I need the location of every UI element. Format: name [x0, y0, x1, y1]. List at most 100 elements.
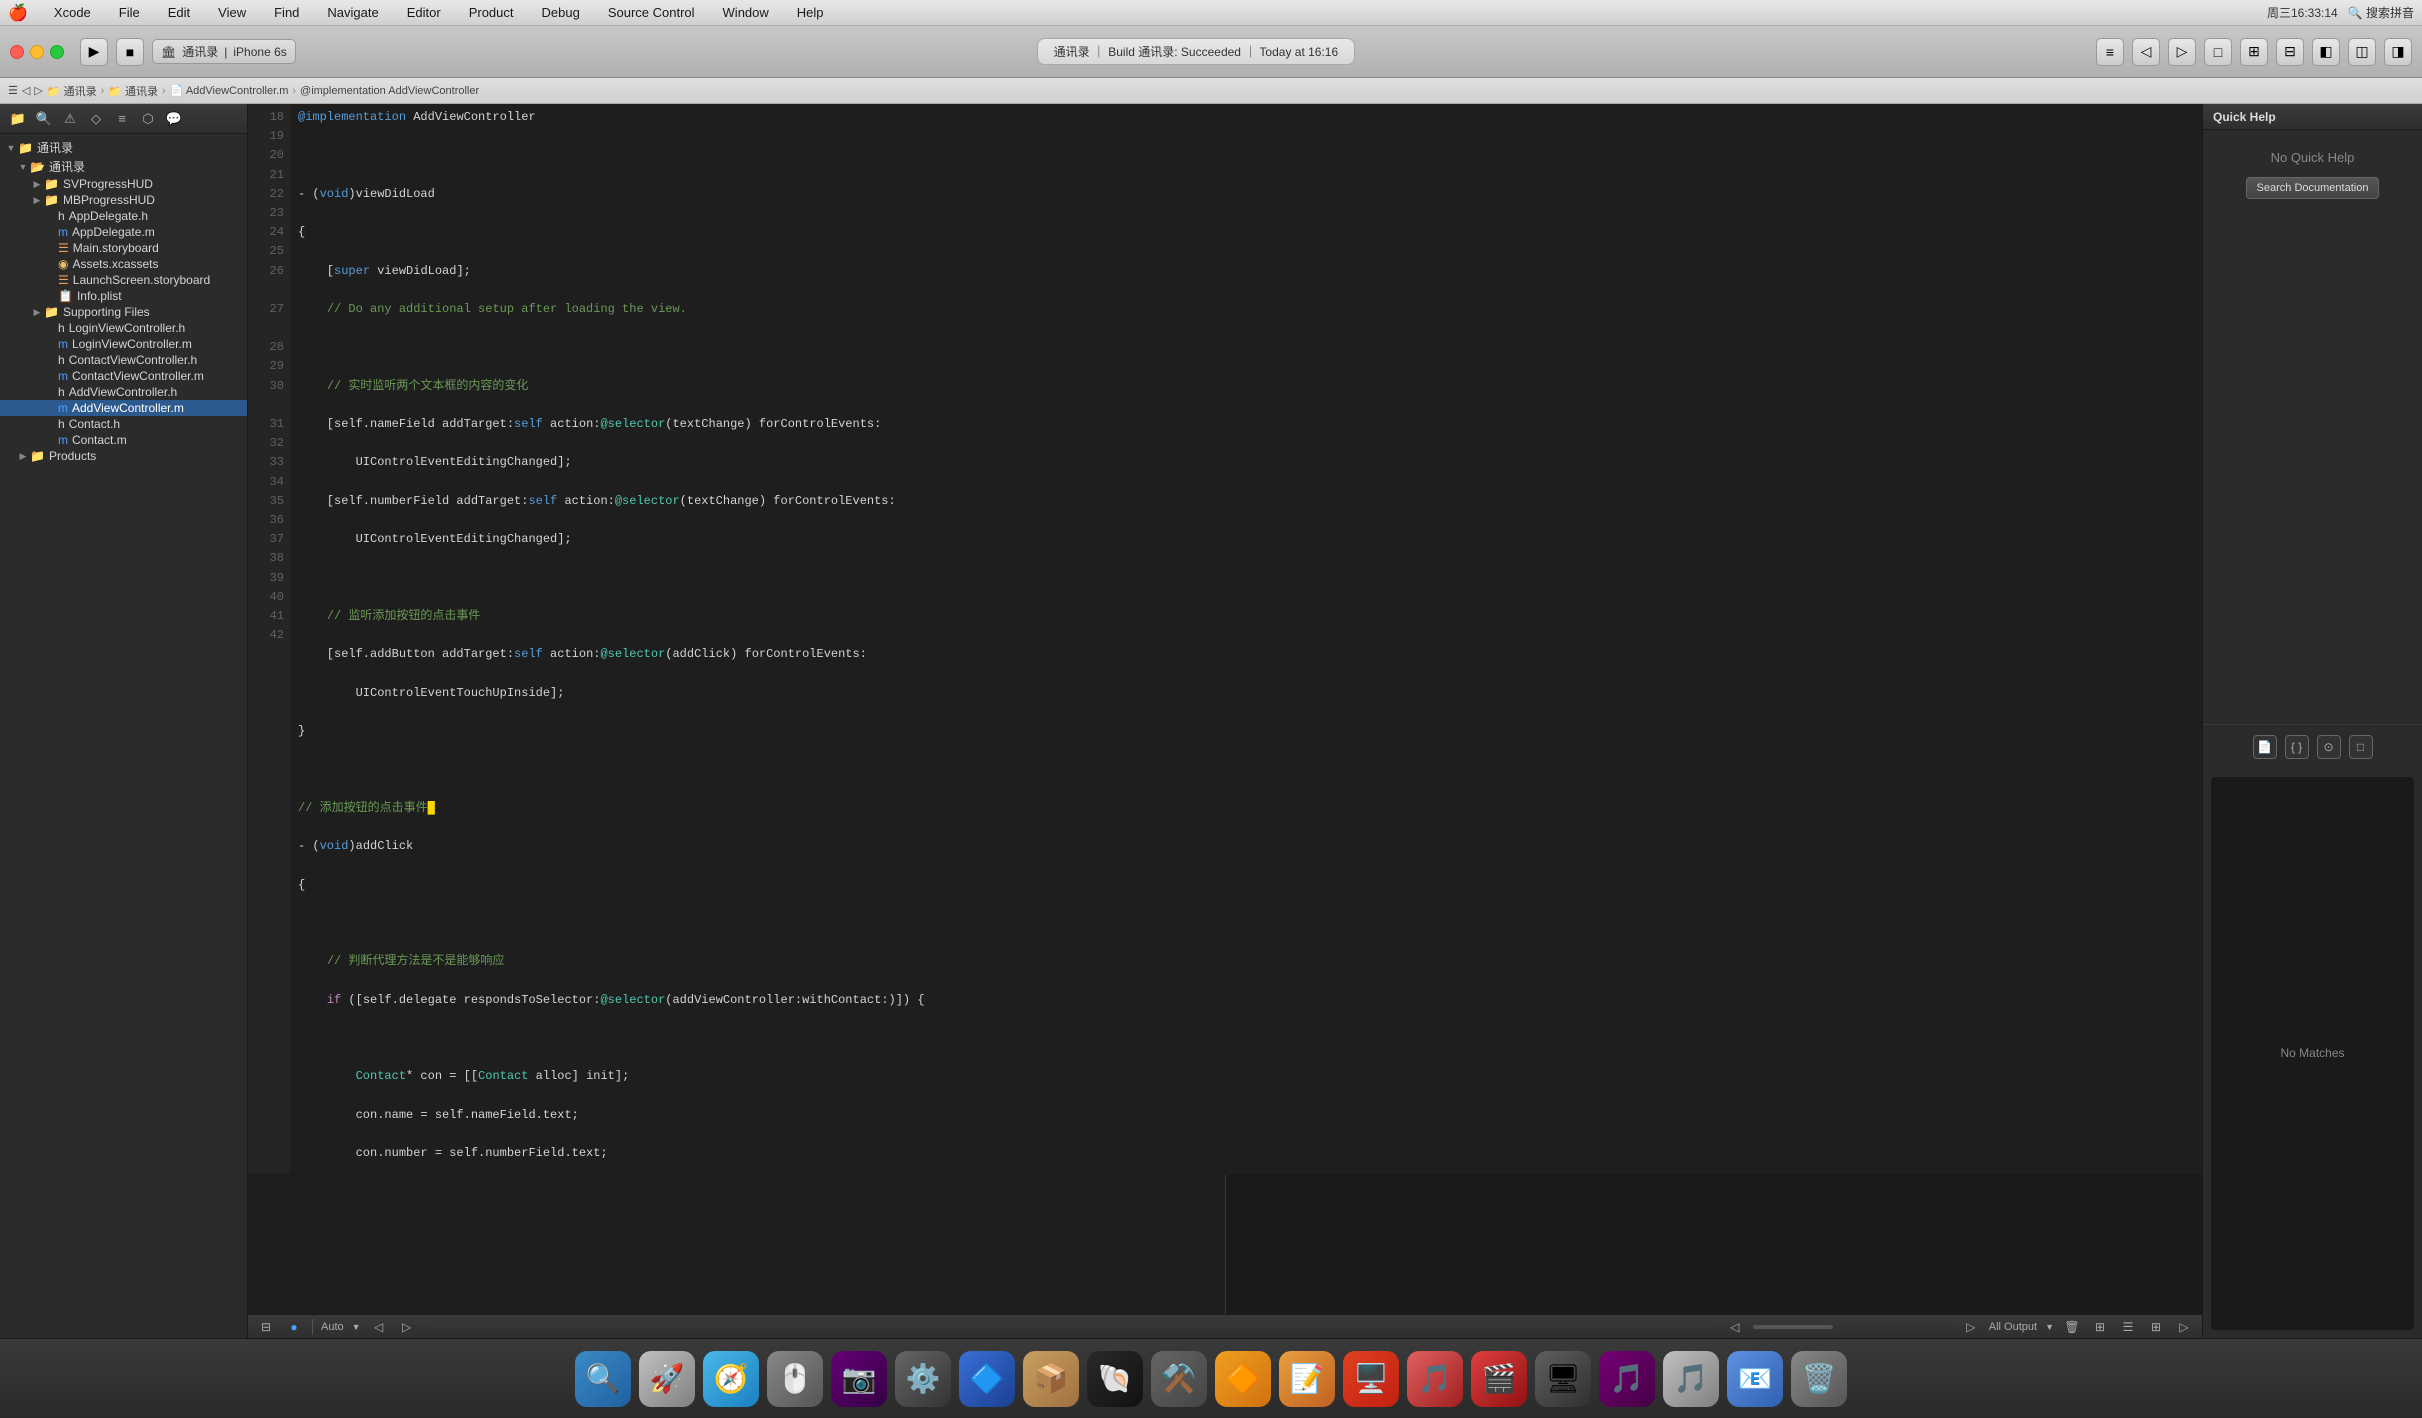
menu-window[interactable]: Window [717, 3, 775, 22]
dock-pages[interactable]: 📝 [1279, 1351, 1335, 1407]
output-chevron[interactable]: ▼ [2045, 1322, 2054, 1332]
dock-powerpoint[interactable]: 🖥️ [1343, 1351, 1399, 1407]
sidebar-item-contactvc-h[interactable]: h ContactViewController.h [0, 352, 247, 368]
dock-sketch[interactable]: 🔶 [1215, 1351, 1271, 1407]
dock-finder[interactable]: 🔍 [575, 1351, 631, 1407]
sidebar-item-launch[interactable]: ☰ LaunchScreen.storyboard [0, 272, 247, 288]
scroll-left[interactable]: ◁ [1725, 1319, 1745, 1335]
dock-system-prefs[interactable]: ⚒️ [1151, 1351, 1207, 1407]
toggle-console[interactable]: ▷ [2174, 1319, 2194, 1335]
icon-view-btn[interactable]: ⊞ [2146, 1319, 2166, 1335]
search-navigator[interactable]: 🔍 [34, 109, 54, 129]
dock-tools[interactable]: ⚙️ [895, 1351, 951, 1407]
sidebar-item-main-storyboard[interactable]: ☰ Main.storyboard [0, 240, 247, 256]
show-debug[interactable]: ◫ [2348, 38, 2376, 66]
code-editor[interactable]: 18 19 20 21 22 23 24 25 26 27 28 29 30 3… [248, 104, 2202, 1174]
stop-button[interactable]: ■ [116, 38, 144, 66]
dock-camera[interactable]: 📷 [831, 1351, 887, 1407]
version-editor[interactable]: ⊟ [2276, 38, 2304, 66]
menu-source-control[interactable]: Source Control [602, 3, 701, 22]
sidebar-item-appdelegate-m[interactable]: m AppDelegate.m [0, 224, 247, 240]
assistant-editor[interactable]: ⊞ [2240, 38, 2268, 66]
dock-settings[interactable]: 🖥 [1535, 1351, 1591, 1407]
dock-trash[interactable]: 🗑️ [1791, 1351, 1847, 1407]
dock-launchpad[interactable]: 🚀 [639, 1351, 695, 1407]
menu-xcode[interactable]: Xcode [48, 3, 97, 22]
list-view-btn[interactable]: ☰ [2118, 1319, 2138, 1335]
navigator-toggle[interactable]: ≡ [2096, 38, 2124, 66]
show-utilities[interactable]: ◨ [2384, 38, 2412, 66]
show-navigator[interactable]: ◧ [2312, 38, 2340, 66]
breadcrumb-item-1[interactable]: 📁 通讯录 [47, 83, 97, 99]
scroll-right[interactable]: ▷ [1961, 1319, 1981, 1335]
menu-navigate[interactable]: Navigate [321, 3, 384, 22]
sidebar-item-assets[interactable]: ◉ Assets.xcassets [0, 256, 247, 272]
menu-product[interactable]: Product [463, 3, 520, 22]
sidebar-item-loginvc-m[interactable]: m LoginViewController.m [0, 336, 247, 352]
breadcrumb-nav-next[interactable]: ▷ [34, 84, 42, 97]
breadcrumb-nav-prev[interactable]: ◁ [22, 84, 30, 97]
test-navigator[interactable]: ◇ [86, 109, 106, 129]
menu-help[interactable]: Help [791, 3, 830, 22]
code-content[interactable]: @implementation AddViewController - (voi… [290, 104, 2202, 1174]
dock-music[interactable]: 🎵 [1599, 1351, 1655, 1407]
apple-menu[interactable]: 🍎 [8, 3, 28, 23]
back-button[interactable]: ◁ [2132, 38, 2160, 66]
dock-package[interactable]: 📦 [1023, 1351, 1079, 1407]
search-documentation-button[interactable]: Search Documentation [2246, 177, 2380, 199]
menu-view[interactable]: View [212, 3, 252, 22]
qh-target-icon[interactable]: ⊙ [2317, 735, 2341, 759]
menubar-search[interactable]: 🔍 搜索拼音 [2348, 4, 2414, 21]
breadcrumb-item-2[interactable]: 📁 通讯录 [108, 83, 158, 99]
debug-navigator[interactable]: ≡ [112, 109, 132, 129]
dock-mouse[interactable]: 🖱️ [767, 1351, 823, 1407]
dock-qqplayer[interactable]: 🎬 [1471, 1351, 1527, 1407]
run-button[interactable]: ▶ [80, 38, 108, 66]
auto-chevron[interactable]: ▼ [352, 1322, 361, 1332]
sidebar-item-contactvc-m[interactable]: m ContactViewController.m [0, 368, 247, 384]
sidebar-item-addvc-m[interactable]: m AddViewController.m [0, 400, 247, 416]
jump-prev[interactable]: ◁ [369, 1319, 389, 1335]
breakpoint-navigator[interactable]: ⬡ [138, 109, 158, 129]
jump-next[interactable]: ▷ [397, 1319, 417, 1335]
menu-debug[interactable]: Debug [536, 3, 586, 22]
menu-edit[interactable]: Edit [162, 3, 196, 22]
qh-ref-icon[interactable]: □ [2349, 735, 2373, 759]
menu-file[interactable]: File [113, 3, 146, 22]
breakpoint-btn[interactable]: ● [284, 1319, 304, 1335]
sidebar-item-contact-m[interactable]: m Contact.m [0, 432, 247, 448]
warning-navigator[interactable]: ⚠ [60, 109, 80, 129]
dock-safari[interactable]: 🧭 [703, 1351, 759, 1407]
breadcrumb-item-3[interactable]: 📄 AddViewController.m [170, 84, 289, 97]
dock-terminal[interactable]: 🐚 [1087, 1351, 1143, 1407]
minimize-button[interactable] [30, 45, 44, 59]
report-navigator[interactable]: 💬 [164, 109, 184, 129]
sidebar-item-appdelegate-h[interactable]: h AppDelegate.h [0, 208, 247, 224]
close-button[interactable] [10, 45, 24, 59]
dock-xcode[interactable]: 🔷 [959, 1351, 1015, 1407]
sidebar-item-mbprogress[interactable]: ▶ 📁 MBProgressHUD [0, 192, 247, 208]
dock-player[interactable]: 🎵 [1407, 1351, 1463, 1407]
menu-find[interactable]: Find [268, 3, 305, 22]
tree-root[interactable]: ▼ 📁 通讯录 [0, 138, 247, 157]
scroll-track[interactable] [1753, 1325, 1953, 1329]
qh-file-icon[interactable]: 📄 [2253, 735, 2277, 759]
scheme-selector[interactable]: 🏛 通讯录 | iPhone 6s [152, 39, 296, 64]
folder-icon-btn[interactable]: 📁 [8, 109, 28, 129]
sidebar-item-svprogress[interactable]: ▶ 📁 SVProgressHUD [0, 176, 247, 192]
clear-console[interactable]: 🗑 [2062, 1319, 2082, 1335]
sidebar-toggle-btn[interactable]: ☰ [8, 84, 18, 97]
dock-mail[interactable]: 📧 [1727, 1351, 1783, 1407]
forward-button[interactable]: ▷ [2168, 38, 2196, 66]
sidebar-item-supporting[interactable]: ▶ 📁 Supporting Files [0, 304, 247, 320]
dock-itunes[interactable]: 🎵 [1663, 1351, 1719, 1407]
sidebar-item-addvc-h[interactable]: h AddViewController.h [0, 384, 247, 400]
sidebar-item-contact-h[interactable]: h Contact.h [0, 416, 247, 432]
standard-editor[interactable]: □ [2204, 38, 2232, 66]
split-view-btn[interactable]: ⊞ [2090, 1319, 2110, 1335]
maximize-button[interactable] [50, 45, 64, 59]
breadcrumb-item-4[interactable]: @implementation AddViewController [300, 85, 479, 97]
sidebar-item-loginvc-h[interactable]: h LoginViewController.h [0, 320, 247, 336]
toggle-sidebar-btn[interactable]: ⊟ [256, 1319, 276, 1335]
tree-subfolder-1[interactable]: ▼ 📂 通讯录 [0, 157, 247, 176]
